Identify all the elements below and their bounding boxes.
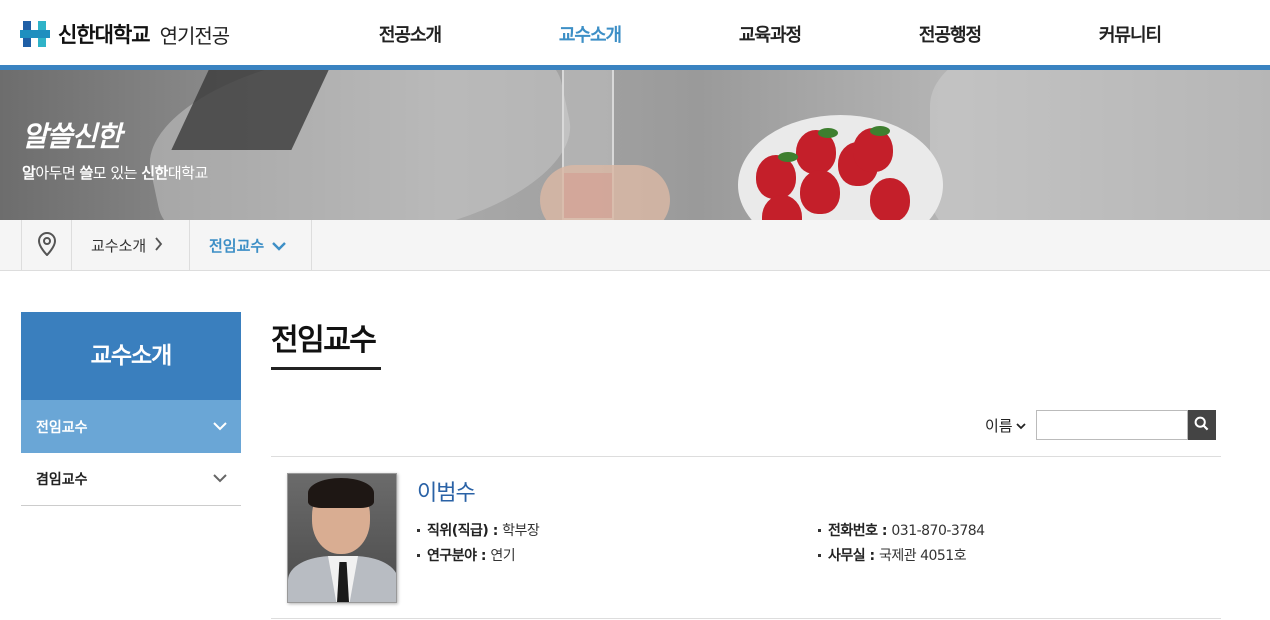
list-divider-bottom (271, 618, 1221, 619)
chevron-down-icon (213, 471, 227, 487)
search-input[interactable] (1035, 410, 1188, 440)
professor-name: 이범수 (417, 481, 476, 506)
search-icon (1194, 416, 1209, 435)
professor-research: 연구분야 : 연기 (417, 545, 516, 565)
site-header: 신한대학교 연기전공 전공소개 교수소개 교육과정 전공행정 커뮤니티 (0, 0, 1270, 66)
breadcrumb-level1[interactable]: 교수소개 (72, 220, 190, 271)
nav-professors[interactable]: 교수소개 (500, 0, 680, 66)
lnb-item-label: 겸임교수 (36, 472, 88, 488)
nav-administration[interactable]: 전공행정 (860, 0, 1040, 66)
chevron-down-icon (213, 419, 227, 435)
location-pin-icon (37, 231, 57, 260)
lnb-item-adjunct[interactable]: 겸임교수 (21, 453, 241, 506)
logo-university-name: 신한대학교 (58, 23, 151, 47)
search-button[interactable] (1187, 410, 1216, 440)
nav-curriculum[interactable]: 교육과정 (680, 0, 860, 66)
breadcrumb-level1-label: 교수소개 (91, 237, 147, 255)
search-bar: 이름 (985, 410, 1216, 440)
breadcrumb: 교수소개 전임교수 (0, 220, 1270, 271)
lnb-item-fulltime[interactable]: 전임교수 (21, 400, 241, 453)
lnb-title: 교수소개 (21, 312, 241, 400)
breadcrumb-home[interactable] (21, 220, 72, 271)
page-title: 전임교수 (271, 323, 377, 358)
banner-title: 알쓸신한 (22, 120, 122, 153)
sub-visual-banner: 알쓸신한 알아두면 쓸모 있는 신한대학교 (0, 70, 1270, 220)
chevron-down-icon (272, 237, 287, 255)
professor-position: 직위(직급) : 학부장 (417, 520, 540, 540)
search-type-value: 이름 (985, 416, 1013, 435)
chevron-right-icon (154, 236, 163, 255)
list-divider-top (271, 456, 1221, 457)
chevron-down-icon (1015, 416, 1026, 434)
professor-photo (287, 473, 397, 603)
breadcrumb-level2[interactable]: 전임교수 (190, 220, 312, 271)
nav-major-intro[interactable]: 전공소개 (320, 0, 500, 66)
search-type-select[interactable]: 이름 (985, 415, 1026, 436)
nav-community[interactable]: 커뮤니티 (1040, 0, 1220, 66)
university-logo-mark (20, 19, 50, 49)
page-title-underline (271, 367, 381, 370)
main-navigation: 전공소개 교수소개 교육과정 전공행정 커뮤니티 (320, 0, 1220, 66)
banner-subtitle: 알아두면 쓸모 있는 신한대학교 (22, 164, 208, 182)
logo-major-name: 연기전공 (159, 23, 231, 48)
site-logo[interactable]: 신한대학교 연기전공 (20, 18, 231, 50)
breadcrumb-level2-label: 전임교수 (209, 237, 265, 255)
professor-phone: 전화번호 : 031-870-3784 (818, 520, 985, 540)
lnb-item-label: 전임교수 (36, 419, 88, 436)
professor-office: 사무실 : 국제관 4051호 (818, 545, 967, 565)
